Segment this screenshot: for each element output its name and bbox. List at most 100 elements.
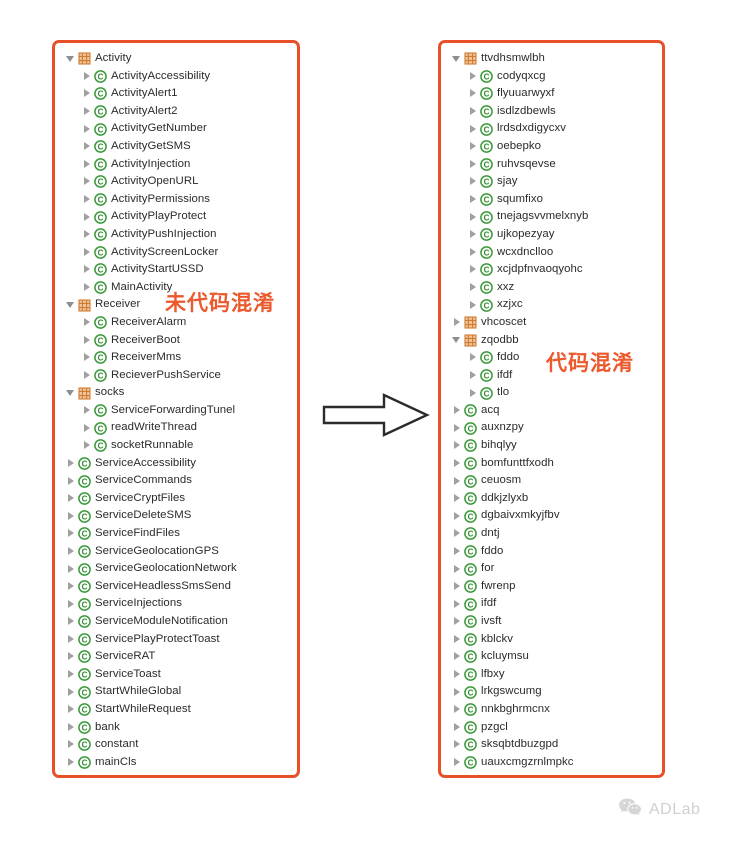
tree-node[interactable]: ttvdhsmwlbh [445, 50, 658, 68]
twisty-collapsed-icon[interactable] [81, 138, 94, 155]
tree-node[interactable]: C ActivityPlayProtect [59, 208, 293, 226]
twisty-collapsed-icon[interactable] [65, 525, 78, 542]
tree-node[interactable]: Ctnejagsvvmelxnyb [445, 208, 658, 226]
twisty-collapsed-icon[interactable] [451, 420, 464, 437]
twisty-collapsed-icon[interactable] [451, 490, 464, 507]
tree-node[interactable]: C ActivityPushInjection [59, 226, 293, 244]
twisty-collapsed-icon[interactable] [81, 244, 94, 261]
twisty-collapsed-icon[interactable] [467, 367, 480, 384]
tree-node[interactable]: C ActivityPermissions [59, 191, 293, 209]
twisty-collapsed-icon[interactable] [467, 85, 480, 102]
twisty-expanded-icon[interactable] [451, 50, 464, 67]
twisty-collapsed-icon[interactable] [65, 736, 78, 753]
twisty-collapsed-icon[interactable] [81, 226, 94, 243]
tree-node[interactable]: C ServiceRAT [59, 648, 293, 666]
twisty-collapsed-icon[interactable] [65, 684, 78, 701]
tree-node[interactable]: C ServiceAccessibility [59, 455, 293, 473]
tree-node[interactable]: C ServiceModuleNotification [59, 613, 293, 631]
tree-node[interactable]: C RecieverPushService [59, 367, 293, 385]
tree-node[interactable]: C ActivityGetNumber [59, 120, 293, 138]
twisty-collapsed-icon[interactable] [467, 138, 480, 155]
tree-node[interactable]: C ReceiverBoot [59, 332, 293, 350]
twisty-collapsed-icon[interactable] [65, 578, 78, 595]
tree-node[interactable]: Cwcxdnclloo [445, 244, 658, 262]
tree-node[interactable]: Cruhvsqevse [445, 156, 658, 174]
twisty-collapsed-icon[interactable] [81, 420, 94, 437]
tree-node[interactable]: Cbihqlyy [445, 437, 658, 455]
tree-node[interactable]: Coebepko [445, 138, 658, 156]
tree-node[interactable]: Cxzjxc [445, 296, 658, 314]
twisty-collapsed-icon[interactable] [81, 367, 94, 384]
tree-node[interactable]: Cfwrenp [445, 578, 658, 596]
tree-node[interactable]: Cflyuuarwyxf [445, 85, 658, 103]
tree-node[interactable]: C ActivityAlert2 [59, 103, 293, 121]
tree-node[interactable]: CsocketRunnable [59, 437, 293, 455]
twisty-collapsed-icon[interactable] [451, 754, 464, 771]
tree-node[interactable]: Cfddo [445, 543, 658, 561]
tree-node[interactable]: C ReceiverMms [59, 349, 293, 367]
twisty-collapsed-icon[interactable] [81, 279, 94, 296]
tree-node[interactable]: Cuauxcmgzrnlmpkc [445, 754, 658, 772]
tree-node[interactable]: Ckblckv [445, 631, 658, 649]
twisty-collapsed-icon[interactable] [451, 631, 464, 648]
tree-node[interactable]: C ActivityScreenLocker [59, 244, 293, 262]
tree-node[interactable]: Cxxz [445, 279, 658, 297]
twisty-collapsed-icon[interactable] [65, 666, 78, 683]
tree-node[interactable]: Ccodyqxcg [445, 68, 658, 86]
twisty-collapsed-icon[interactable] [65, 455, 78, 472]
twisty-collapsed-icon[interactable] [451, 543, 464, 560]
tree-node[interactable]: C ActivityAccessibility [59, 68, 293, 86]
twisty-collapsed-icon[interactable] [467, 226, 480, 243]
twisty-collapsed-icon[interactable] [81, 103, 94, 120]
twisty-collapsed-icon[interactable] [451, 473, 464, 490]
twisty-collapsed-icon[interactable] [81, 85, 94, 102]
twisty-collapsed-icon[interactable] [467, 68, 480, 85]
twisty-collapsed-icon[interactable] [65, 473, 78, 490]
twisty-collapsed-icon[interactable] [65, 596, 78, 613]
tree-node[interactable]: C ServiceCommands [59, 472, 293, 490]
tree-node[interactable]: CreadWriteThread [59, 419, 293, 437]
twisty-collapsed-icon[interactable] [467, 349, 480, 366]
tree-node[interactable]: C ActivityStartUSSD [59, 261, 293, 279]
tree-node[interactable]: C ServiceInjections [59, 595, 293, 613]
tree-node[interactable]: Cbomfunttfxodh [445, 455, 658, 473]
tree-node[interactable]: C ActivityOpenURL [59, 173, 293, 191]
tree-node[interactable]: C ActivityGetSMS [59, 138, 293, 156]
tree-node[interactable]: C ServiceForwardingTunel [59, 402, 293, 420]
twisty-collapsed-icon[interactable] [81, 173, 94, 190]
tree-node[interactable]: C ServiceDeleteSMS [59, 507, 293, 525]
tree-node[interactable]: Ckcluymsu [445, 648, 658, 666]
twisty-collapsed-icon[interactable] [467, 209, 480, 226]
tree-node[interactable]: Cauxnzpy [445, 419, 658, 437]
twisty-collapsed-icon[interactable] [451, 648, 464, 665]
tree-node[interactable]: Clfbxy [445, 666, 658, 684]
twisty-collapsed-icon[interactable] [65, 613, 78, 630]
tree-node[interactable]: C StartWhileGlobal [59, 683, 293, 701]
twisty-collapsed-icon[interactable] [65, 631, 78, 648]
tree-node[interactable]: C ServiceToast [59, 666, 293, 684]
twisty-collapsed-icon[interactable] [451, 578, 464, 595]
tree-node[interactable]: Cifdf [445, 595, 658, 613]
tree-node[interactable]: C ServiceHeadlessSmsSend [59, 578, 293, 596]
twisty-collapsed-icon[interactable] [451, 525, 464, 542]
tree-node[interactable]: C ServiceCryptFiles [59, 490, 293, 508]
tree-node[interactable]: Cacq [445, 402, 658, 420]
class-tree-right[interactable]: ttvdhsmwlbh Ccodyqxcg Cflyuuarwyxf Cisdlzdb… [445, 50, 658, 771]
twisty-collapsed-icon[interactable] [451, 437, 464, 454]
tree-node[interactable]: C ServiceGeolocationGPS [59, 543, 293, 561]
tree-node[interactable]: Ctlo [445, 384, 658, 402]
twisty-collapsed-icon[interactable] [81, 314, 94, 331]
twisty-expanded-icon[interactable] [451, 332, 464, 349]
twisty-collapsed-icon[interactable] [65, 648, 78, 665]
twisty-collapsed-icon[interactable] [451, 719, 464, 736]
twisty-collapsed-icon[interactable] [451, 455, 464, 472]
twisty-collapsed-icon[interactable] [451, 314, 464, 331]
twisty-collapsed-icon[interactable] [81, 332, 94, 349]
class-tree-left[interactable]: Activity C ActivityAccessibility C ActivityA… [59, 50, 293, 771]
twisty-collapsed-icon[interactable] [467, 279, 480, 296]
twisty-collapsed-icon[interactable] [81, 68, 94, 85]
twisty-collapsed-icon[interactable] [81, 349, 94, 366]
tree-node[interactable]: Clrkgswcumg [445, 683, 658, 701]
twisty-collapsed-icon[interactable] [81, 402, 94, 419]
twisty-collapsed-icon[interactable] [65, 701, 78, 718]
